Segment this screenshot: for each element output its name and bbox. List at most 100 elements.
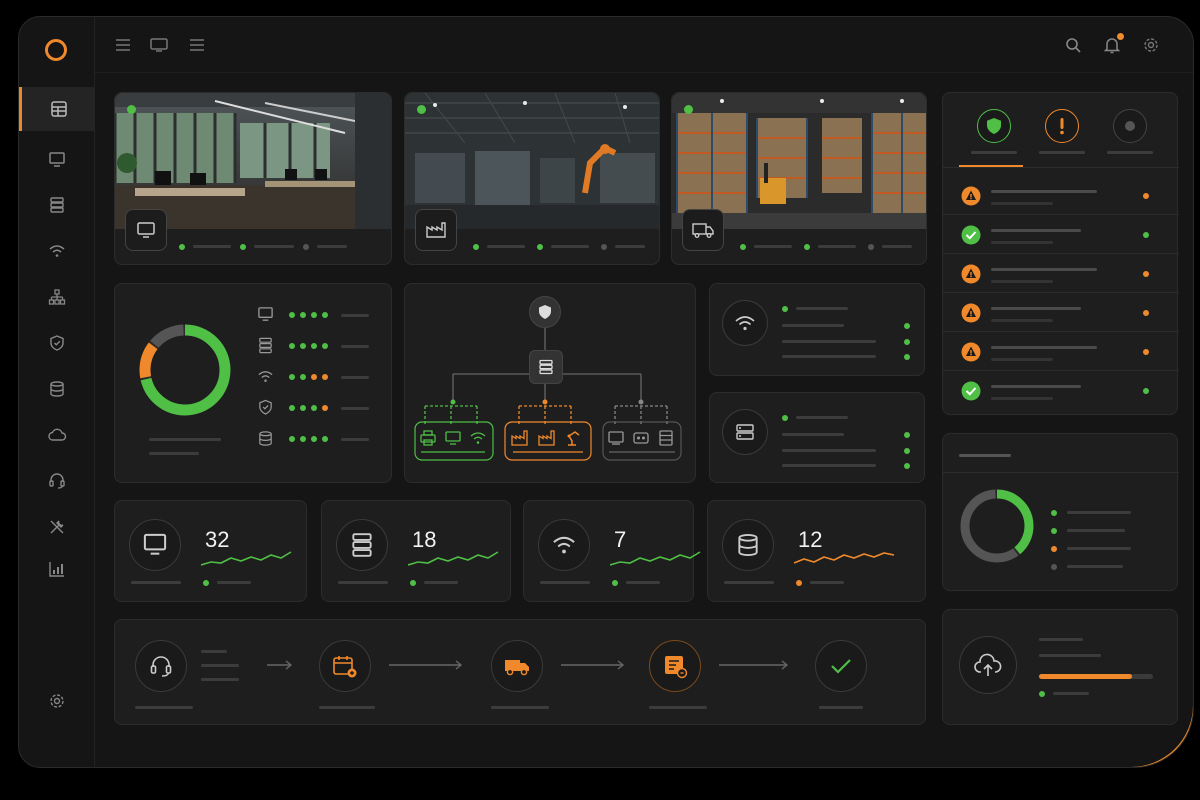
site-status-dot [127, 105, 136, 114]
search-icon [1066, 38, 1081, 53]
sidebar-item-network[interactable] [19, 275, 95, 319]
stat-card-monitor[interactable]: 32 [114, 500, 307, 602]
cloud-icon [48, 428, 67, 441]
truck-icon [692, 223, 714, 238]
alert-status-dot [1143, 310, 1149, 316]
alerts-panel [942, 92, 1179, 415]
alert-item[interactable] [943, 255, 1179, 293]
sidebar [19, 17, 95, 767]
sidebar-item-wireless[interactable] [19, 229, 95, 273]
health-dot [311, 374, 317, 380]
alerts-tab-shield-check[interactable] [977, 109, 1011, 143]
device-health-row[interactable] [257, 306, 377, 324]
device-health-card [114, 283, 392, 483]
workflow-card [114, 619, 926, 725]
sidebar-item-support[interactable] [19, 459, 95, 503]
tools-icon [50, 520, 64, 534]
sidebar-item-dashboard[interactable] [19, 87, 95, 131]
display-icon [150, 38, 168, 52]
site-type-badge [125, 209, 167, 251]
shield-icon [259, 399, 272, 415]
display-button[interactable] [149, 35, 169, 55]
workflow-step-support[interactable] [135, 640, 187, 692]
stat-card-database[interactable]: 12 [707, 500, 926, 602]
health-dot [300, 374, 306, 380]
alerts-tab-circle[interactable] [1113, 109, 1147, 143]
menu-button[interactable] [113, 35, 133, 55]
alert-item[interactable] [943, 216, 1179, 254]
device-health-row[interactable] [257, 368, 377, 386]
stat-card-server[interactable]: 18 [321, 500, 511, 602]
warning-icon [961, 303, 981, 323]
shield-icon [539, 305, 551, 319]
sidebar-item-analytics[interactable] [19, 547, 95, 591]
sidebar-item-security[interactable] [19, 321, 95, 365]
sidebar-item-devices[interactable] [19, 137, 95, 181]
health-dot [311, 436, 317, 442]
server-icon [50, 197, 64, 213]
workflow-step-complete[interactable] [815, 640, 867, 692]
sidebar-item-settings[interactable] [19, 679, 95, 723]
list-icon [190, 39, 204, 51]
settings-button[interactable] [1141, 35, 1161, 55]
health-dot [289, 343, 295, 349]
logo-icon [45, 39, 67, 61]
firewall-node[interactable] [529, 296, 561, 328]
trend-status-dot [796, 580, 802, 586]
site-card-warehouse[interactable] [671, 92, 927, 265]
device-health-row[interactable] [257, 399, 377, 417]
site-card-office[interactable] [114, 92, 392, 265]
storage-icon [659, 430, 673, 446]
sidebar-item-servers[interactable] [19, 183, 95, 227]
sidebar-item-tools[interactable] [19, 505, 95, 549]
sidebar-item-storage[interactable] [19, 367, 95, 411]
list-button[interactable] [187, 35, 207, 55]
shield-check-icon [987, 118, 1001, 134]
trend-sparkline [201, 551, 292, 566]
monitor-icon [137, 222, 155, 238]
trend-sparkline [408, 551, 499, 566]
wifi-icon [49, 245, 65, 257]
warning-icon [961, 342, 981, 362]
alert-item[interactable] [943, 294, 1179, 332]
wifi-icon [258, 371, 273, 382]
trend-status-dot [203, 580, 209, 586]
robot-arm-icon [567, 431, 580, 446]
core-switch-node[interactable] [529, 350, 563, 384]
workflow-step-schedule[interactable] [319, 640, 371, 692]
scanner-icon [633, 432, 649, 444]
trend-sparkline [794, 552, 895, 564]
alerts-tab-exclamation[interactable] [1045, 109, 1079, 143]
alert-item[interactable] [943, 177, 1179, 215]
wifi-status-card[interactable] [709, 283, 925, 376]
workflow-step-invoice[interactable] [649, 640, 701, 692]
health-dot [322, 312, 328, 318]
search-button[interactable] [1063, 35, 1083, 55]
capacity-donut [960, 489, 1034, 563]
alert-item[interactable] [943, 372, 1179, 410]
health-dot [289, 405, 295, 411]
device-health-row[interactable] [257, 430, 377, 448]
server-icon [352, 533, 372, 557]
warning-icon [961, 264, 981, 284]
wifi-icon [553, 536, 575, 554]
device-health-row[interactable] [257, 337, 377, 355]
network-icon [48, 289, 66, 305]
database-icon [738, 533, 758, 557]
app-window: 32 18 7 12 [18, 16, 1194, 768]
health-dot [300, 343, 306, 349]
dashboard-icon [50, 101, 67, 117]
factory-icon [511, 430, 528, 446]
cloud-sync-card[interactable] [942, 609, 1178, 725]
site-card-factory[interactable] [404, 92, 660, 265]
sidebar-item-cloud[interactable] [19, 413, 95, 457]
alert-item[interactable] [943, 333, 1179, 371]
alert-status-dot [1143, 271, 1149, 277]
stat-card-wifi[interactable]: 7 [523, 500, 701, 602]
alert-status-dot [1143, 232, 1149, 238]
van-icon [505, 660, 529, 676]
server-status-card[interactable] [709, 392, 925, 483]
monitor-icon [258, 307, 273, 321]
factory-icon [426, 222, 446, 238]
workflow-step-dispatch[interactable] [491, 640, 543, 692]
